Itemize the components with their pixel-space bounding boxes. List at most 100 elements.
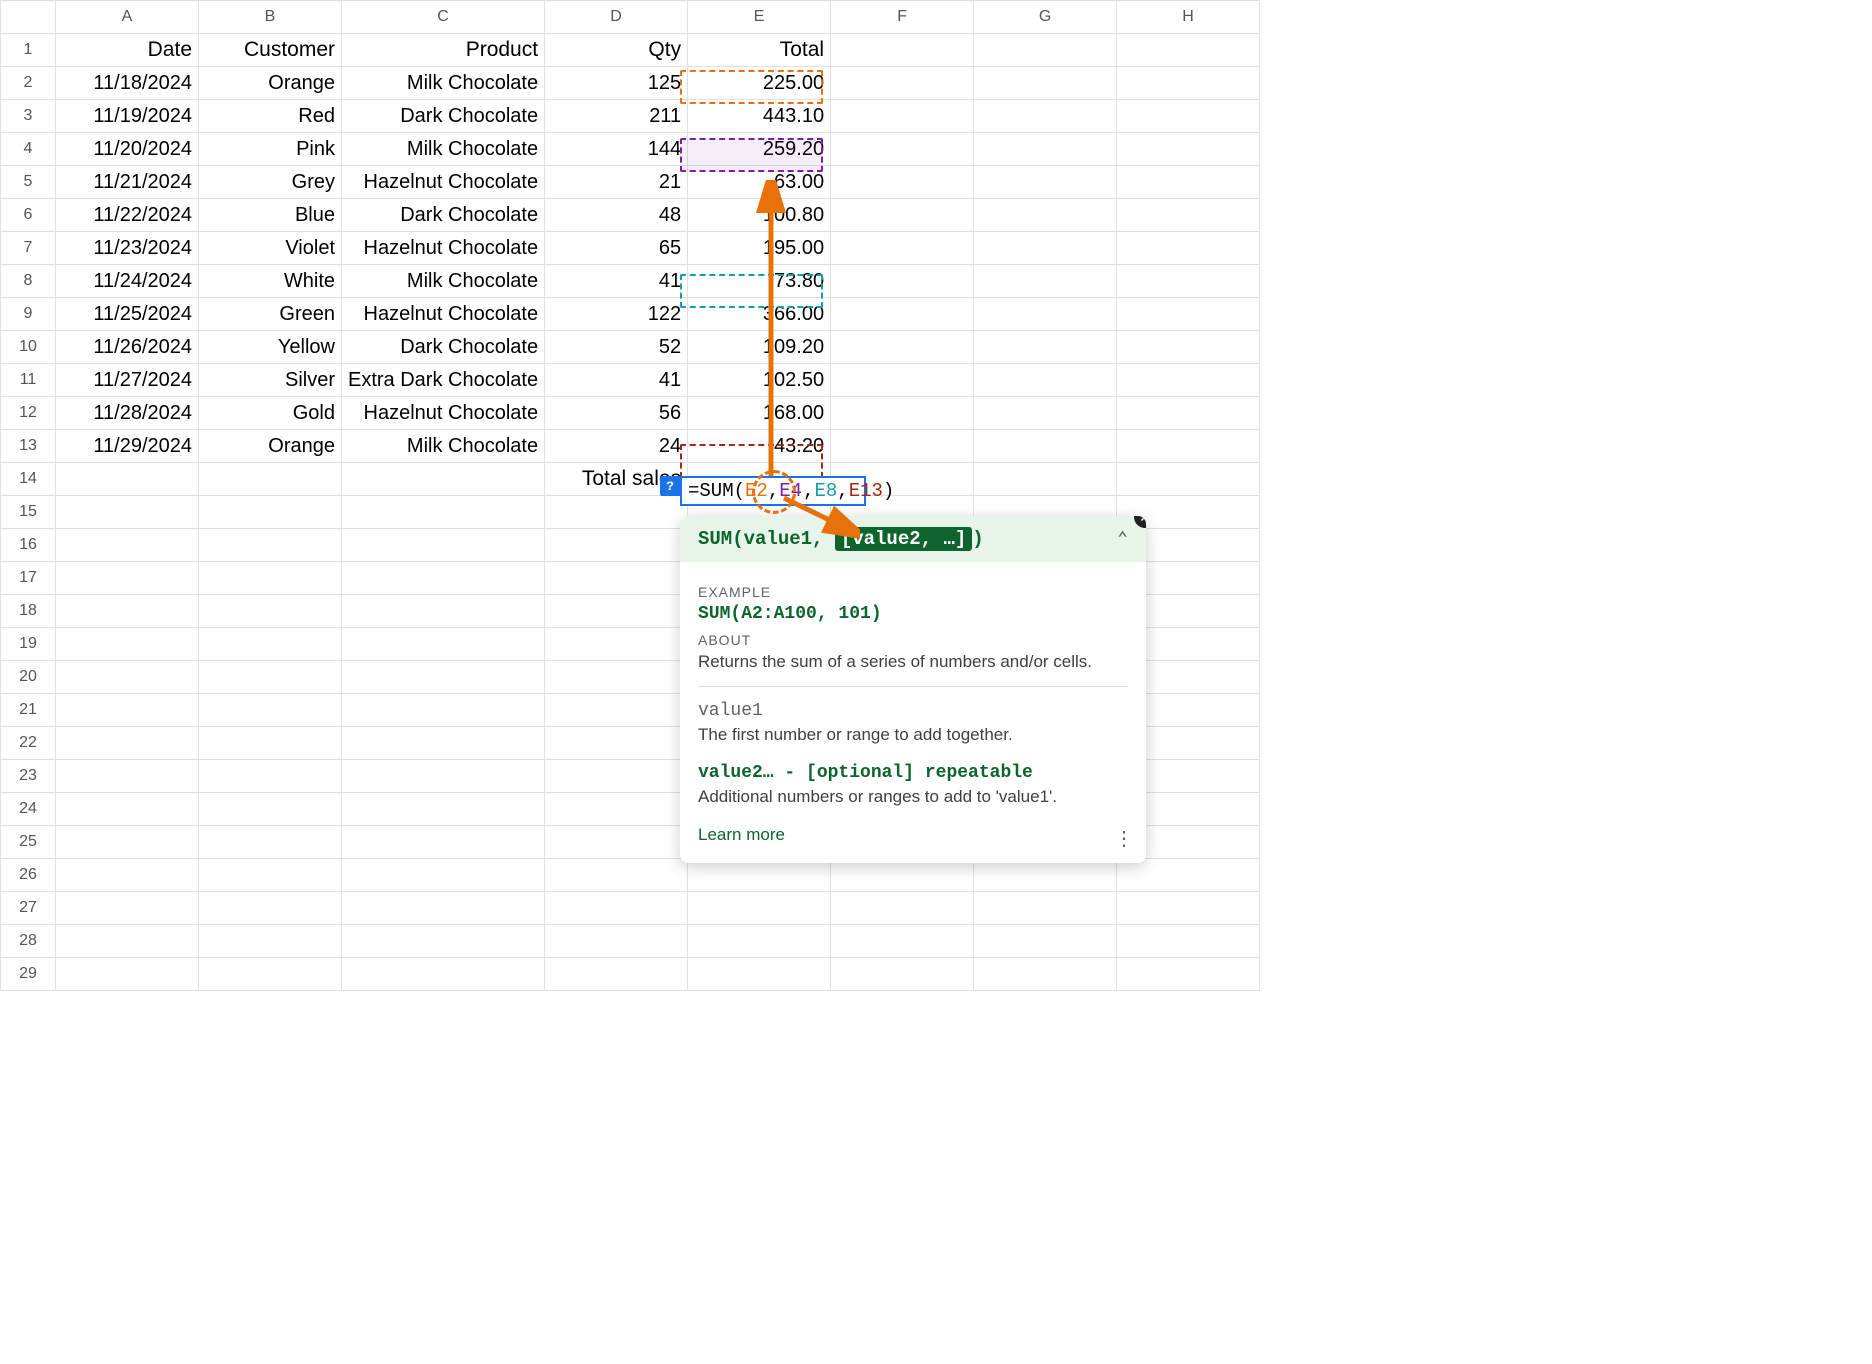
cell-G5[interactable] [974,166,1117,199]
cell-B29[interactable] [199,958,342,991]
cell-C11[interactable]: Extra Dark Chocolate [342,364,545,397]
row-header-18[interactable]: 18 [1,595,56,628]
cell-C15[interactable] [342,496,545,529]
cell-B8[interactable]: White [199,265,342,298]
cell-D28[interactable] [545,925,688,958]
cell-B28[interactable] [199,925,342,958]
cell-B4[interactable]: Pink [199,133,342,166]
cell-A12[interactable]: 11/28/2024 [56,397,199,430]
cell-A22[interactable] [56,727,199,760]
cell-D12[interactable]: 56 [545,397,688,430]
cell-C4[interactable]: Milk Chocolate [342,133,545,166]
row-header-6[interactable]: 6 [1,199,56,232]
cell-F29[interactable] [831,958,974,991]
cell-D7[interactable]: 65 [545,232,688,265]
cell-A29[interactable] [56,958,199,991]
col-header-F[interactable]: F [831,1,974,34]
row-header-13[interactable]: 13 [1,430,56,463]
cell-B5[interactable]: Grey [199,166,342,199]
cell-D20[interactable] [545,661,688,694]
cell-H29[interactable] [1117,958,1260,991]
row-header-16[interactable]: 16 [1,529,56,562]
cell-A3[interactable]: 11/19/2024 [56,100,199,133]
cell-C21[interactable] [342,694,545,727]
cell-G3[interactable] [974,100,1117,133]
cell-C8[interactable]: Milk Chocolate [342,265,545,298]
cell-F8[interactable] [831,265,974,298]
cell-C28[interactable] [342,925,545,958]
cell-G12[interactable] [974,397,1117,430]
cell-F5[interactable] [831,166,974,199]
cell-A17[interactable] [56,562,199,595]
cell-D19[interactable] [545,628,688,661]
col-header-G[interactable]: G [974,1,1117,34]
cell-G11[interactable] [974,364,1117,397]
cell-B25[interactable] [199,826,342,859]
cell-F4[interactable] [831,133,974,166]
cell-B20[interactable] [199,661,342,694]
cell-A5[interactable]: 11/21/2024 [56,166,199,199]
cell-G29[interactable] [974,958,1117,991]
cell-C2[interactable]: Milk Chocolate [342,67,545,100]
cell-H8[interactable] [1117,265,1260,298]
cell-C3[interactable]: Dark Chocolate [342,100,545,133]
cell-D4[interactable]: 144 [545,133,688,166]
cell-D17[interactable] [545,562,688,595]
cell-F1[interactable] [831,34,974,67]
cell-B9[interactable]: Green [199,298,342,331]
cell-A6[interactable]: 11/22/2024 [56,199,199,232]
cell-B19[interactable] [199,628,342,661]
cell-A26[interactable] [56,859,199,892]
cell-D2[interactable]: 125 [545,67,688,100]
cell-A7[interactable]: 11/23/2024 [56,232,199,265]
row-header-12[interactable]: 12 [1,397,56,430]
cell-E13[interactable]: 43.20 [688,430,831,463]
cell-A25[interactable] [56,826,199,859]
cell-A13[interactable]: 11/29/2024 [56,430,199,463]
cell-A24[interactable] [56,793,199,826]
cell-B21[interactable] [199,694,342,727]
cell-D11[interactable]: 41 [545,364,688,397]
cell-B16[interactable] [199,529,342,562]
cell-H2[interactable] [1117,67,1260,100]
cell-B14[interactable] [199,463,342,496]
row-header-29[interactable]: 29 [1,958,56,991]
cell-A2[interactable]: 11/18/2024 [56,67,199,100]
cell-C16[interactable] [342,529,545,562]
cell-D10[interactable]: 52 [545,331,688,364]
row-header-7[interactable]: 7 [1,232,56,265]
cell-D26[interactable] [545,859,688,892]
cell-F11[interactable] [831,364,974,397]
cell-D24[interactable] [545,793,688,826]
cell-C27[interactable] [342,892,545,925]
cell-F26[interactable] [831,859,974,892]
row-header-22[interactable]: 22 [1,727,56,760]
cell-G28[interactable] [974,925,1117,958]
cell-A14[interactable] [56,463,199,496]
cell-B3[interactable]: Red [199,100,342,133]
row-header-14[interactable]: 14 [1,463,56,496]
cell-C1[interactable]: Product [342,34,545,67]
cell-D9[interactable]: 122 [545,298,688,331]
cell-G1[interactable] [974,34,1117,67]
cell-E2[interactable]: 225.00 [688,67,831,100]
cell-B10[interactable]: Yellow [199,331,342,364]
cell-E4[interactable]: 259.20 [688,133,831,166]
cell-C7[interactable]: Hazelnut Chocolate [342,232,545,265]
cell-B17[interactable] [199,562,342,595]
cell-B11[interactable]: Silver [199,364,342,397]
cell-C26[interactable] [342,859,545,892]
cell-H13[interactable] [1117,430,1260,463]
row-header-28[interactable]: 28 [1,925,56,958]
cell-B23[interactable] [199,760,342,793]
cell-E6[interactable]: 100.80 [688,199,831,232]
cell-F2[interactable] [831,67,974,100]
cell-E1[interactable]: Total [688,34,831,67]
col-header-E[interactable]: E [688,1,831,34]
cell-D1[interactable]: Qty [545,34,688,67]
cell-G13[interactable] [974,430,1117,463]
cell-C20[interactable] [342,661,545,694]
row-header-10[interactable]: 10 [1,331,56,364]
cell-H6[interactable] [1117,199,1260,232]
cell-G8[interactable] [974,265,1117,298]
